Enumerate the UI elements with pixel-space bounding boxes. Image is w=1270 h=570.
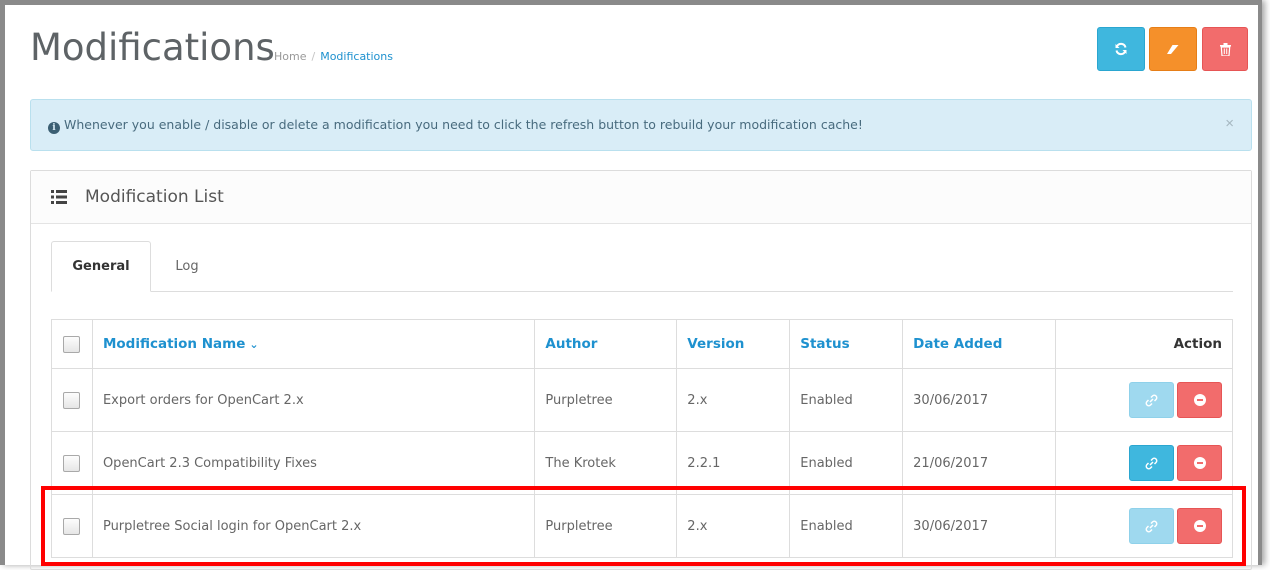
tab-log[interactable]: Log — [157, 241, 217, 291]
chevron-down-icon: ⌄ — [249, 338, 259, 351]
column-header-status[interactable]: Status — [789, 319, 904, 369]
alert-message: i Whenever you enable / disable or delete… — [48, 117, 863, 134]
minus-circle-icon — [1193, 520, 1206, 532]
row-checkbox[interactable] — [63, 517, 81, 535]
disable-button[interactable] — [1177, 508, 1222, 544]
column-header-author[interactable]: Author — [534, 319, 678, 369]
refresh-icon — [1115, 42, 1127, 56]
select-all-checkbox[interactable] — [63, 335, 81, 353]
delete-button[interactable] — [1202, 27, 1248, 71]
row-checkbox[interactable] — [63, 391, 81, 409]
cell-actions — [1055, 431, 1233, 495]
disable-button[interactable] — [1177, 382, 1222, 418]
alert-text: Whenever you enable / disable or delete … — [64, 117, 863, 132]
table-row: Purpletree Social login for OpenCart 2.x… — [51, 494, 1233, 558]
column-header-name[interactable]: Modification Name ⌄ — [91, 319, 536, 369]
cell-date: 30/06/2017 — [902, 368, 1057, 432]
cell-actions — [1055, 494, 1233, 558]
link-button[interactable] — [1129, 508, 1174, 544]
panel-title: Modification List — [85, 187, 224, 207]
select-all-cell — [51, 319, 93, 369]
link-button[interactable] — [1129, 445, 1174, 481]
row-select-cell — [51, 368, 93, 432]
disable-button[interactable] — [1177, 445, 1222, 481]
column-name-label: Modification Name — [102, 336, 246, 352]
breadcrumb-home[interactable]: Home — [274, 50, 306, 63]
table-row: OpenCart 2.3 Compatibility Fixes The Kro… — [51, 431, 1233, 495]
modification-panel: Modification List General Log Modificati… — [30, 170, 1252, 570]
refresh-button[interactable] — [1097, 27, 1145, 71]
breadcrumb-modifications[interactable]: Modifications — [320, 50, 393, 63]
row-select-cell — [51, 494, 93, 558]
panel-heading: Modification List — [31, 171, 1251, 224]
cell-status: Enabled — [789, 431, 904, 495]
link-icon — [1145, 394, 1158, 406]
breadcrumb: Home / Modifications — [274, 50, 393, 63]
clear-button[interactable] — [1149, 27, 1197, 71]
trash-icon — [1219, 42, 1231, 56]
tab-general[interactable]: General — [51, 241, 151, 292]
row-checkbox[interactable] — [63, 454, 81, 472]
link-button[interactable] — [1129, 382, 1174, 418]
column-header-version[interactable]: Version — [676, 319, 791, 369]
cell-name: Export orders for OpenCart 2.x — [91, 368, 536, 432]
eraser-icon — [1167, 45, 1179, 54]
column-header-date[interactable]: Date Added — [902, 319, 1057, 369]
minus-circle-icon — [1193, 394, 1206, 406]
breadcrumb-separator: / — [311, 50, 316, 63]
list-icon — [51, 190, 67, 204]
table-row: Export orders for OpenCart 2.x Purpletre… — [51, 368, 1233, 432]
cell-version: 2.x — [676, 368, 791, 432]
cell-status: Enabled — [789, 494, 904, 558]
page-title: Modifications — [30, 26, 275, 69]
cell-version: 2.x — [676, 494, 791, 558]
cell-name: Purpletree Social login for OpenCart 2.x — [91, 494, 536, 558]
table-header-row: Modification Name ⌄ Author Version Status… — [51, 319, 1233, 369]
link-icon — [1145, 457, 1158, 469]
cell-date: 21/06/2017 — [902, 431, 1057, 495]
cell-actions — [1055, 368, 1233, 432]
minus-circle-icon — [1193, 457, 1206, 469]
cell-date: 30/06/2017 — [902, 494, 1057, 558]
tab-bar: General Log — [51, 241, 1233, 292]
row-select-cell — [51, 431, 93, 495]
close-icon[interactable]: × — [1225, 115, 1234, 132]
cell-author: The Krotek — [534, 431, 678, 495]
cell-author: Purpletree — [534, 368, 678, 432]
cell-status: Enabled — [789, 368, 904, 432]
cell-name: OpenCart 2.3 Compatibility Fixes — [91, 431, 536, 495]
cell-author: Purpletree — [534, 494, 678, 558]
cell-version: 2.2.1 — [676, 431, 791, 495]
column-header-action: Action — [1055, 319, 1233, 369]
info-alert: i Whenever you enable / disable or delete… — [30, 99, 1252, 151]
info-circle-icon: i — [48, 122, 60, 134]
link-icon — [1145, 520, 1158, 532]
modification-table: Modification Name ⌄ Author Version Status… — [51, 319, 1233, 558]
